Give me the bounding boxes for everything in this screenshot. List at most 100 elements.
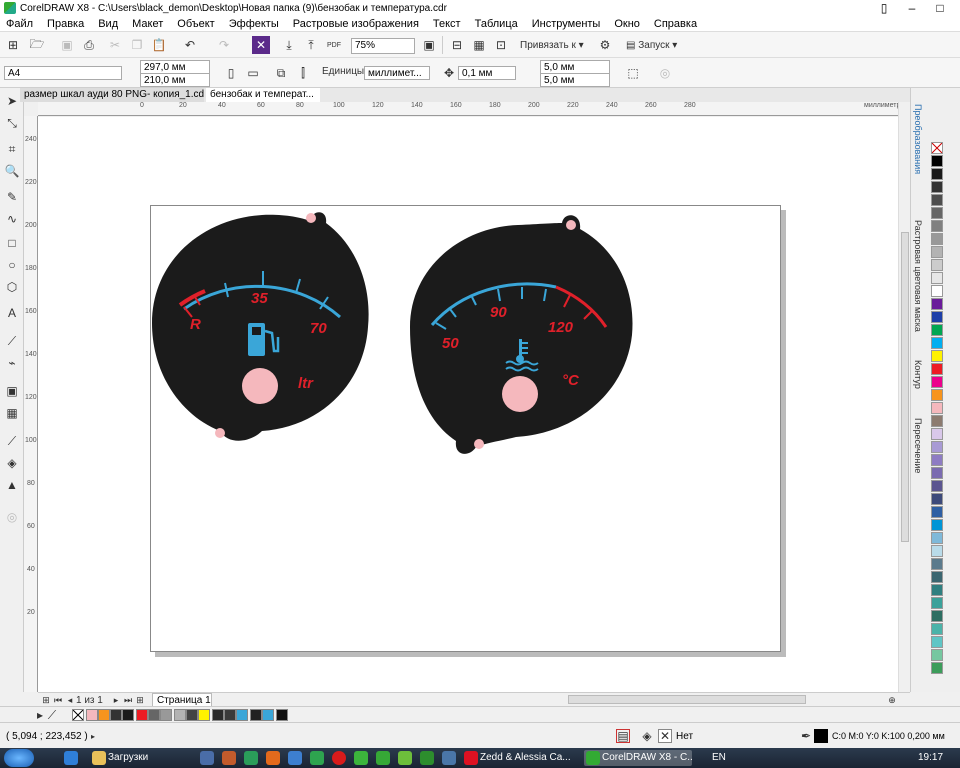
units-select[interactable]: миллимет... — [364, 66, 430, 80]
add-tool-icon[interactable]: ◎ — [3, 508, 21, 526]
rectangle-tool-icon[interactable]: □ — [3, 234, 21, 252]
redo-icon[interactable]: ↷ — [212, 36, 236, 54]
color-swatch[interactable] — [122, 709, 134, 721]
taskbar-item-player[interactable]: Zedd & Alessia Ca... — [462, 750, 578, 766]
color-swatch[interactable] — [931, 337, 943, 349]
menu-table[interactable]: Таблица — [475, 18, 518, 30]
color-swatch[interactable] — [931, 298, 943, 310]
color-swatch[interactable] — [931, 454, 943, 466]
color-swatch[interactable] — [931, 207, 943, 219]
export-icon[interactable]: ⤒ — [302, 36, 320, 54]
color-swatch[interactable] — [931, 363, 943, 375]
zoom-canvas-icon[interactable]: ⊕ — [886, 694, 898, 706]
docker-tab-transformations[interactable]: Преобразования — [913, 104, 923, 174]
color-swatch[interactable] — [931, 272, 943, 284]
menu-window[interactable]: Окно — [614, 18, 640, 30]
color-swatch[interactable] — [931, 532, 943, 544]
temperature-gauge[interactable]: 50 90 120 °C — [410, 215, 633, 454]
page-height-field[interactable]: 210,0 мм — [140, 73, 210, 87]
next-page-icon[interactable]: ▸ — [110, 694, 122, 706]
color-swatch[interactable] — [931, 428, 943, 440]
eyedropper-icon[interactable]: ⟋ — [46, 708, 58, 722]
taskbar-item-coreldraw[interactable]: CorelDRAW X8 - C... — [584, 750, 692, 766]
menu-text[interactable]: Текст — [433, 18, 461, 30]
color-swatch[interactable] — [110, 709, 122, 721]
pick-tool-icon[interactable]: ➤ — [3, 92, 21, 110]
language-indicator[interactable]: EN — [712, 752, 726, 763]
new-document-icon[interactable]: ⊞ — [4, 36, 22, 54]
page-tab[interactable]: Страница 1 — [152, 693, 212, 707]
app-icon[interactable] — [398, 751, 412, 765]
color-swatch[interactable] — [160, 709, 172, 721]
eyedropper-icon[interactable]: ⟋ — [3, 432, 21, 450]
app-icon[interactable] — [354, 751, 368, 765]
last-page-icon[interactable]: ⏭ — [122, 694, 134, 706]
app-icon[interactable] — [420, 751, 434, 765]
previous-page-icon[interactable]: ◂ — [64, 694, 76, 706]
menu-layout[interactable]: Макет — [132, 18, 163, 30]
shape-tool-icon[interactable]: ⤡ — [3, 114, 21, 132]
add-page-icon[interactable]: ⊞ — [40, 694, 52, 706]
menu-view[interactable]: Вид — [98, 18, 118, 30]
color-swatch[interactable] — [931, 610, 943, 622]
menu-help[interactable]: Справка — [654, 18, 697, 30]
app-icon[interactable] — [376, 751, 390, 765]
menu-effects[interactable]: Эффекты — [229, 18, 279, 30]
app-icon[interactable] — [310, 751, 324, 765]
color-swatch[interactable] — [236, 709, 248, 721]
color-swatch[interactable] — [250, 709, 262, 721]
zoom-tool-icon[interactable]: 🔍 — [3, 162, 21, 180]
start-button[interactable] — [4, 749, 34, 767]
color-swatch[interactable] — [931, 558, 943, 570]
crop-tool-icon[interactable]: ⌗ — [3, 140, 21, 158]
no-color-swatch[interactable] — [72, 709, 84, 721]
outline-pen-icon[interactable]: ✒ — [800, 729, 812, 743]
taskbar-item-downloads[interactable]: Загрузки — [90, 750, 182, 766]
smart-fill-icon[interactable]: ▲ — [3, 476, 21, 494]
landscape-icon[interactable]: ▭ — [244, 64, 262, 82]
color-swatch[interactable] — [931, 220, 943, 232]
first-page-icon[interactable]: ⏮ — [52, 694, 64, 706]
tab-document-2[interactable]: бензобак и температ... — [206, 88, 320, 102]
no-color-swatch[interactable] — [931, 142, 943, 154]
options-gear-icon[interactable]: ⚙ — [596, 36, 614, 54]
color-swatch[interactable] — [931, 467, 943, 479]
minimize-button[interactable]: – — [898, 0, 926, 16]
status-expand-icon[interactable]: ▸ — [88, 730, 98, 742]
color-swatch[interactable] — [931, 285, 943, 297]
fill-bucket-icon[interactable]: ◈ — [640, 729, 654, 743]
menu-tools[interactable]: Инструменты — [532, 18, 601, 30]
copy-icon[interactable]: ❐ — [128, 36, 146, 54]
duplicate-x-field[interactable]: 5,0 мм — [540, 60, 610, 74]
zoom-level-select[interactable]: 75% — [351, 38, 415, 54]
color-swatch[interactable] — [931, 181, 943, 193]
interactive-fill-icon[interactable]: ◈ — [3, 454, 21, 472]
color-swatch[interactable] — [931, 519, 943, 531]
color-swatch[interactable] — [931, 168, 943, 180]
undo-icon[interactable]: ↶ — [178, 36, 202, 54]
polygon-tool-icon[interactable]: ⬡ — [3, 278, 21, 296]
color-swatch[interactable] — [276, 709, 288, 721]
color-swatch[interactable] — [148, 709, 160, 721]
portrait-icon[interactable]: ▯ — [222, 64, 240, 82]
color-swatch[interactable] — [931, 636, 943, 648]
color-swatch[interactable] — [931, 233, 943, 245]
color-swatch[interactable] — [186, 709, 198, 721]
drop-shadow-icon[interactable]: ▣ — [3, 382, 21, 400]
palette-menu-icon[interactable]: ▸ — [34, 708, 46, 722]
search-content-icon[interactable]: ✕ — [252, 36, 270, 54]
menu-bitmaps[interactable]: Растровые изображения — [293, 18, 419, 30]
connector-tool-icon[interactable]: ⌁ — [3, 354, 21, 372]
help-icon[interactable]: ▯ — [870, 0, 898, 16]
color-swatch[interactable] — [931, 441, 943, 453]
color-swatch[interactable] — [262, 709, 274, 721]
current-page-icon[interactable]: ⫿ — [294, 64, 312, 82]
menu-object[interactable]: Объект — [177, 18, 214, 30]
color-swatch[interactable] — [931, 259, 943, 271]
color-swatch[interactable] — [931, 350, 943, 362]
app-icon[interactable] — [288, 751, 302, 765]
app-icon[interactable] — [244, 751, 258, 765]
vk-icon[interactable] — [442, 751, 456, 765]
fuel-gauge[interactable]: R 35 70 ltr — [152, 212, 369, 441]
show-rulers-icon[interactable]: ⊟ — [448, 36, 466, 54]
